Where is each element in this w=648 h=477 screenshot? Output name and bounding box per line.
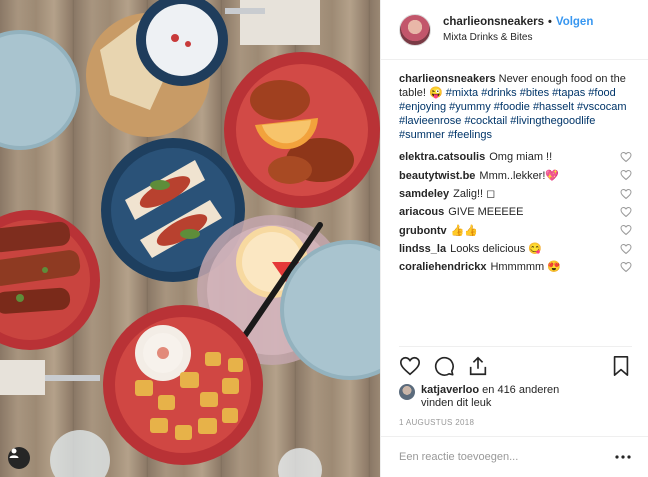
hashtag-link[interactable]: #food bbox=[588, 87, 616, 99]
comment-row: ariacous GIVE MEEEEE bbox=[399, 203, 632, 221]
hashtag-link[interactable]: #lavieenrose bbox=[399, 115, 461, 127]
header-username[interactable]: charlieonsneakers bbox=[443, 15, 544, 30]
hashtag-link[interactable]: #summer bbox=[399, 129, 445, 141]
divider bbox=[399, 346, 632, 347]
instagram-post: charlieonsneakers • Volgen Mixta Drinks … bbox=[0, 0, 648, 477]
hashtag-link[interactable]: #tapas bbox=[552, 87, 585, 99]
hashtag-link[interactable]: #drinks bbox=[481, 87, 516, 99]
comment-text: Mmm..lekker!💖 bbox=[479, 169, 560, 182]
comment-icon[interactable] bbox=[433, 355, 455, 377]
comment-heart-icon[interactable] bbox=[620, 151, 632, 163]
add-comment-bar bbox=[381, 436, 648, 477]
bookmark-icon[interactable] bbox=[610, 355, 632, 377]
comment-body: beautytwist.be Mmm..lekker!💖 bbox=[399, 169, 559, 182]
hashtag-link[interactable]: #yummy bbox=[449, 101, 491, 113]
comment-body: samdeley Zalig!! ◻ bbox=[399, 187, 495, 200]
comment-text: Hmmmmm 😍 bbox=[490, 261, 561, 274]
comment-text: Zalig!! ◻ bbox=[453, 188, 496, 201]
comment-username[interactable]: coraliehendrickx bbox=[399, 261, 486, 273]
post-sidebar: charlieonsneakers • Volgen Mixta Drinks … bbox=[380, 0, 648, 477]
comment-row: beautytwist.be Mmm..lekker!💖 bbox=[399, 166, 632, 184]
comment-text: 👍👍 bbox=[450, 224, 479, 237]
comment-heart-icon[interactable] bbox=[620, 261, 632, 273]
comment-row: lindss_la Looks delicious 😋 bbox=[399, 239, 632, 257]
hashtag-link[interactable]: #feelings bbox=[448, 129, 492, 141]
comment-row: coraliehendrickx Hmmmmm 😍 bbox=[399, 258, 632, 276]
likes-suffix: vinden dit leuk bbox=[421, 397, 492, 409]
hashtag-link[interactable]: #hasselt bbox=[533, 101, 574, 113]
comment-row: samdeley Zalig!! ◻ bbox=[399, 185, 632, 203]
separator: • bbox=[548, 15, 552, 28]
comment-row: elektra.catsoulis Omg miam !! bbox=[399, 148, 632, 166]
location-link[interactable]: Mixta Drinks & Bites bbox=[443, 30, 593, 45]
comment-username[interactable]: ariacous bbox=[399, 206, 444, 218]
comment-text: Omg miam !! bbox=[489, 151, 553, 164]
comment-heart-icon[interactable] bbox=[620, 188, 632, 200]
comment-body: grubontv 👍👍 bbox=[399, 224, 478, 237]
hashtag-link[interactable]: #livingthegoodlife bbox=[510, 115, 595, 127]
likes-count-text[interactable]: en 416 anderen bbox=[482, 384, 559, 396]
comment-username[interactable]: samdeley bbox=[399, 188, 449, 200]
comment-heart-icon[interactable] bbox=[620, 206, 632, 218]
comment-body: lindss_la Looks delicious 😋 bbox=[399, 242, 542, 255]
user-tag-icon[interactable] bbox=[8, 447, 30, 469]
comment-username[interactable]: elektra.catsoulis bbox=[399, 151, 485, 163]
hashtag-link[interactable]: #foodie bbox=[494, 101, 530, 113]
post-header: charlieonsneakers • Volgen Mixta Drinks … bbox=[381, 0, 648, 60]
comment-heart-icon[interactable] bbox=[620, 243, 632, 255]
liker-username[interactable]: katjaverloo bbox=[421, 384, 479, 396]
comment-heart-icon[interactable] bbox=[620, 224, 632, 236]
hashtag-link[interactable]: #mixta bbox=[446, 87, 478, 99]
action-bar bbox=[399, 350, 632, 382]
comments-list[interactable]: charlieonsneakers Never enough food on th… bbox=[381, 60, 648, 346]
comment-text: GIVE MEEEEE bbox=[448, 206, 524, 219]
caption-username[interactable]: charlieonsneakers bbox=[399, 73, 496, 85]
comment-body: elektra.catsoulis Omg miam !! bbox=[399, 151, 552, 163]
caption-emoji: 😜 bbox=[428, 87, 443, 99]
hashtag-link[interactable]: #bites bbox=[520, 87, 549, 99]
comment-text: Looks delicious 😋 bbox=[450, 243, 543, 256]
hashtag-link[interactable]: #enjoying bbox=[399, 101, 446, 113]
avatar[interactable] bbox=[399, 13, 431, 46]
comment-heart-icon[interactable] bbox=[620, 169, 632, 181]
follow-button[interactable]: Volgen bbox=[556, 15, 593, 30]
comment-row: grubontv 👍👍 bbox=[399, 221, 632, 239]
post-photo[interactable] bbox=[0, 0, 380, 477]
comment-username[interactable]: lindss_la bbox=[399, 243, 446, 255]
share-icon[interactable] bbox=[467, 355, 489, 377]
heart-icon[interactable] bbox=[399, 355, 421, 377]
comment-input[interactable] bbox=[399, 451, 614, 463]
comment-body: ariacous GIVE MEEEEE bbox=[399, 206, 523, 218]
hashtag-link[interactable]: #vscocam bbox=[577, 101, 627, 113]
hashtag-link[interactable]: #cocktail bbox=[464, 115, 507, 127]
likes-summary: katjaverloo en 416 anderen vinden dit le… bbox=[399, 384, 632, 410]
more-options-icon[interactable] bbox=[614, 454, 632, 460]
comment-username[interactable]: grubontv bbox=[399, 225, 447, 237]
comment-body: coraliehendrickx Hmmmmm 😍 bbox=[399, 260, 561, 273]
caption: charlieonsneakers Never enough food on th… bbox=[399, 72, 632, 142]
post-date[interactable]: 1 AUGUSTUS 2018 bbox=[399, 418, 474, 427]
food-table-illustration bbox=[0, 0, 380, 477]
liker-avatar[interactable] bbox=[399, 384, 415, 400]
comment-username[interactable]: beautytwist.be bbox=[399, 170, 475, 182]
